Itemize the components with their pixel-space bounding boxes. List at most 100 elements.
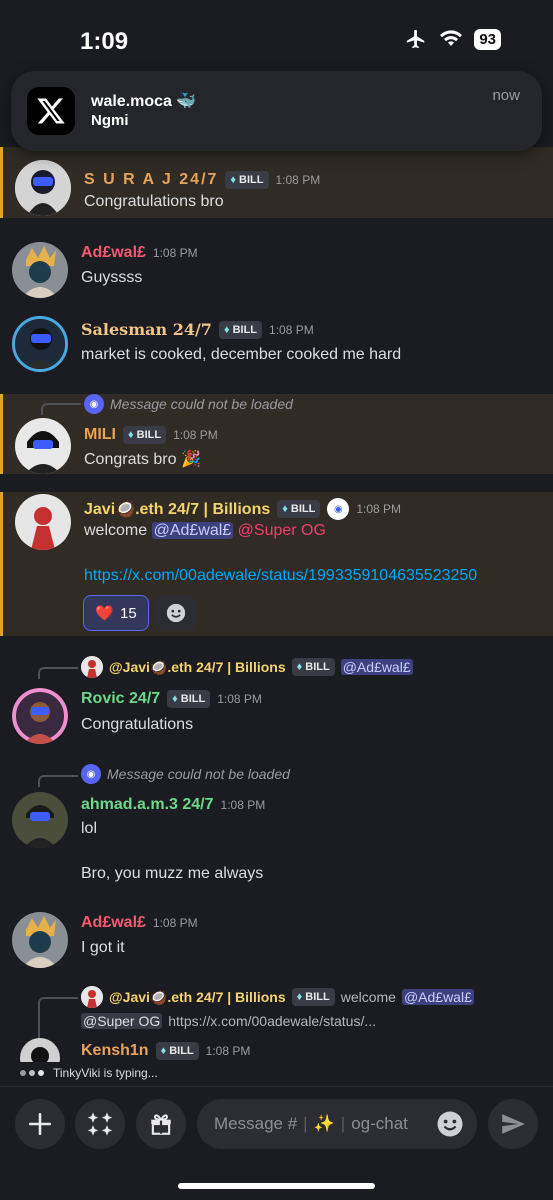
message-text: market is cooked, december cooked me har… <box>81 346 402 363</box>
typing-indicator: TinkyViki is typing... <box>20 1066 158 1080</box>
role-badge: ♦ BILL <box>218 320 263 339</box>
message-text: Congratulations bro <box>84 193 224 210</box>
notification-time: now <box>492 87 520 104</box>
message-item[interactable]: @Javi🥥.eth 24/7 | Billions ♦ BILL welcome… <box>0 986 553 1062</box>
message-item[interactable]: S U R A J 24/7 ♦ BILL 1:08 PM Congratulat… <box>0 147 553 218</box>
x-app-icon <box>27 87 75 135</box>
avatar[interactable] <box>15 494 71 550</box>
badge-label: BILL <box>232 323 258 336</box>
reply-preview[interactable]: @Javi🥥.eth 24/7 | Billions ♦ BILL welcome… <box>81 986 474 1008</box>
username[interactable]: Salesman 24/7 <box>81 320 212 339</box>
avatar[interactable] <box>12 242 68 298</box>
message-text: I got it <box>81 939 125 956</box>
status-icons: 93 <box>404 28 501 50</box>
gift-icon <box>151 1114 171 1135</box>
user-mention[interactable]: @Ad£wal£ <box>401 989 474 1005</box>
input-divider: | <box>303 1114 308 1133</box>
sparkle-icon: ✨ <box>313 1114 335 1133</box>
reply-connector <box>38 667 78 679</box>
reply-preview[interactable]: @Javi🥥.eth 24/7 | Billions ♦ BILL @Ad£wal… <box>81 656 413 678</box>
gem-icon: ♦ <box>282 503 288 515</box>
send-icon <box>502 1114 525 1134</box>
reply-username: @Javi🥥.eth 24/7 | Billions <box>109 658 286 675</box>
message-item[interactable]: Ad£wal£ 1:08 PM Guyssss <box>0 232 553 306</box>
reaction-count: 15 <box>120 604 137 622</box>
username[interactable]: MILI <box>84 426 116 444</box>
plus-icon <box>28 1112 52 1136</box>
message-item[interactable]: Javi🥥.eth 24/7 | Billions ♦ BILL ◉ 1:08 P… <box>0 492 553 636</box>
avatar[interactable] <box>15 418 71 474</box>
message-item[interactable]: Ad£wal£ 1:08 PM I got it <box>0 902 553 974</box>
badge-label: BILL <box>305 661 330 673</box>
avatar[interactable] <box>12 316 68 372</box>
reply-preview[interactable]: ◉ Message could not be loaded <box>81 764 290 784</box>
avatar[interactable] <box>15 160 71 216</box>
input-divider: | <box>340 1114 346 1133</box>
username[interactable]: Kensh1n <box>81 1042 149 1060</box>
avatar[interactable] <box>12 792 68 848</box>
username[interactable]: Ad£wal£ <box>81 244 146 262</box>
gem-icon: ♦ <box>296 991 303 1003</box>
message-text: Bro, you muzz me always <box>81 865 264 882</box>
gem-icon: ♦ <box>160 1045 167 1057</box>
apps-button[interactable] <box>75 1099 125 1149</box>
badge-label: BILL <box>305 991 330 1003</box>
role-badge: ♦ BILL <box>155 1042 199 1060</box>
message-text: welcome @Ad£wal£ @Super OG <box>84 522 326 540</box>
push-notification[interactable]: wale.moca 🐳 Ngmi now <box>11 71 542 151</box>
role-badge: ♦ BILL <box>167 690 211 708</box>
role-mention[interactable]: @Super OG <box>238 522 326 539</box>
role-mention[interactable]: @Super OG <box>81 1013 163 1029</box>
home-indicator[interactable] <box>178 1183 375 1189</box>
channel-name: og-chat <box>351 1114 408 1133</box>
message-text: Congratulations <box>81 716 194 733</box>
timestamp: 1:08 PM <box>356 502 402 516</box>
username[interactable]: Ad£wal£ <box>81 914 146 932</box>
send-button[interactable] <box>488 1099 538 1149</box>
message-link[interactable]: https://x.com/00adewale/status/199335910… <box>84 567 477 585</box>
user-mention[interactable]: @Ad£wal£ <box>340 659 413 675</box>
notification-body: Ngmi <box>91 112 129 129</box>
heart-reaction-button[interactable]: ❤️ 15 <box>83 595 149 631</box>
avatar[interactable] <box>12 912 68 968</box>
username[interactable]: Rovic 24/7 <box>81 690 160 708</box>
reply-preview[interactable]: ◉ Message could not be loaded <box>84 394 293 414</box>
badge-label: BILL <box>239 174 264 186</box>
message-item[interactable]: ◉ Message could not be loaded MILI ♦ BILL… <box>0 394 553 474</box>
reply-avatar <box>81 656 103 678</box>
badge-label: BILL <box>180 693 206 705</box>
user-mention[interactable]: @Ad£wal£ <box>151 522 234 539</box>
battery-indicator: 93 <box>474 28 501 50</box>
role-badge: ♦ BILL <box>291 658 335 676</box>
add-reaction-button[interactable] <box>155 595 197 631</box>
heart-icon: ❤️ <box>95 605 114 622</box>
timestamp: 1:08 PM <box>205 1044 251 1058</box>
message-item[interactable]: ◉ Message could not be loaded ahmad.a.m.… <box>0 764 553 888</box>
reply-link: https://x.com/00adewale/status/... <box>168 1013 377 1029</box>
role-badge: ♦ BILL <box>277 500 321 518</box>
message-item[interactable]: Salesman 24/7 ♦ BILL 1:08 PM market is co… <box>0 308 553 386</box>
reply-text: Message could not be loaded <box>107 766 290 782</box>
avatar[interactable] <box>12 688 68 744</box>
role-badge: ♦ BILL <box>225 171 269 189</box>
timestamp: 1:08 PM <box>275 173 321 187</box>
username[interactable]: Javi🥥.eth 24/7 | Billions <box>84 499 270 519</box>
reply-connector <box>38 775 78 787</box>
message-input[interactable]: Message # | ✨ | og-chat <box>197 1099 477 1149</box>
username[interactable]: S U R A J 24/7 <box>84 171 218 189</box>
timestamp: 1:08 PM <box>217 692 262 706</box>
role-badge: ♦ BILL <box>291 988 335 1006</box>
bot-badge-icon: ◉ <box>327 498 350 520</box>
message-text-prefix: welcome <box>84 522 152 539</box>
emoji-picker-icon[interactable] <box>435 1109 465 1139</box>
gift-button[interactable] <box>136 1099 186 1149</box>
message-item[interactable]: @Javi🥥.eth 24/7 | Billions ♦ BILL @Ad£wal… <box>0 656 553 748</box>
status-bar: 1:09 93 <box>0 0 553 80</box>
reply-username: @Javi🥥.eth 24/7 | Billions <box>109 988 286 1005</box>
input-placeholder-prefix: Message # <box>214 1114 298 1133</box>
timestamp: 1:08 PM <box>173 428 218 442</box>
badge-label: BILL <box>290 503 316 515</box>
username[interactable]: ahmad.a.m.3 24/7 <box>81 796 214 814</box>
message-text: lol <box>81 820 98 837</box>
add-attachment-button[interactable] <box>15 1099 65 1149</box>
